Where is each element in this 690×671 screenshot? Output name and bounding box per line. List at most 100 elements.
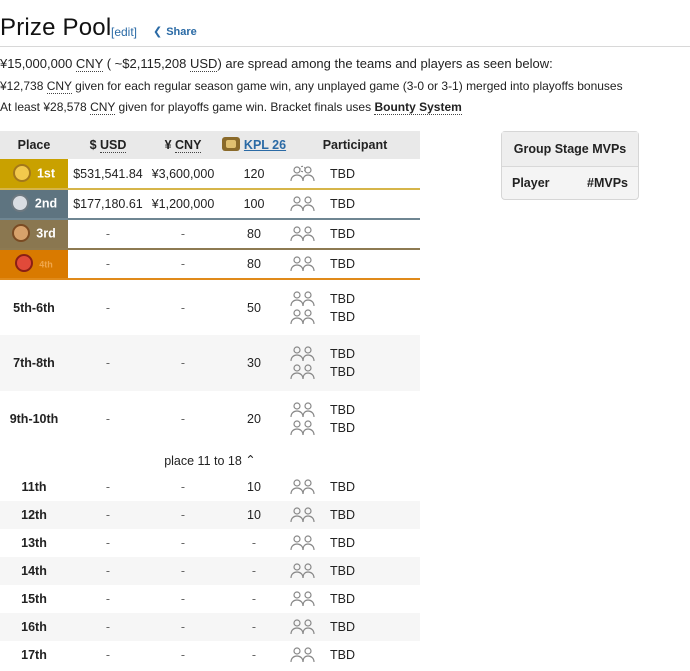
usd-cell: - [68, 473, 148, 501]
usd-cell: - [68, 641, 148, 669]
participant-cell: TBD [290, 557, 420, 585]
kpl-cell: - [218, 585, 290, 613]
team-placeholder-icon [290, 290, 316, 308]
header-kpl[interactable]: KPL 26 [218, 131, 290, 159]
team-placeholder-icon [290, 255, 316, 273]
place-cell: 12th [0, 501, 68, 529]
team-placeholder-icon [290, 618, 316, 636]
usd-cell: - [68, 335, 148, 391]
page-header: Prize Pool [edit] ❮ Share [0, 14, 690, 47]
header-participant: Participant [322, 138, 388, 152]
share-button[interactable]: ❮ Share [153, 25, 197, 38]
place-cell: 17th [0, 641, 68, 669]
header-usd: $ USD [89, 138, 127, 153]
cny-cell: - [148, 391, 218, 447]
participant-cell: TBD [290, 501, 420, 529]
mvp-col-player: Player [512, 176, 550, 190]
participant-cell: TBD [290, 159, 420, 189]
usd-cell: - [68, 501, 148, 529]
page-title: Prize Pool [0, 14, 112, 41]
team-placeholder-icon [290, 646, 316, 664]
toggle-row: place 11 to 18 ⌃ [0, 447, 420, 473]
table-row: 7th-8th - - 30 TBD TBD [0, 335, 420, 391]
usd-cell: - [68, 585, 148, 613]
header-cny: ¥ CNY [164, 138, 202, 153]
usd-cell: - [105, 227, 111, 241]
participant-cell: TBD [290, 219, 420, 249]
team-placeholder-icon [290, 345, 316, 363]
header-place: Place [17, 138, 51, 152]
team-placeholder-icon [290, 308, 316, 326]
table-row: 14th - - - TBD [0, 557, 420, 585]
table-row: 3rd - - 80 TBD [0, 219, 420, 249]
place-cell: 16th [0, 613, 68, 641]
group-stage-mvps-table: Group Stage MVPs Player #MVPs [501, 131, 639, 200]
participant-cell: TBD TBD [290, 279, 420, 335]
silver-medal-icon [10, 194, 29, 212]
intro-line-playoffs: At least ¥28,578 CNY given for playoffs … [0, 100, 462, 115]
intro-line-regular: ¥12,738 CNY given for each regular seaso… [0, 79, 623, 94]
table-row: 4th - - 80 TBD [0, 249, 420, 279]
participant-cell: TBD TBD [290, 335, 420, 391]
place-cell: 15th [0, 585, 68, 613]
place-cell-2nd: 2nd [0, 189, 68, 219]
table-row: 15th - - - TBD [0, 585, 420, 613]
team-placeholder-icon [290, 590, 316, 608]
cny-cell: - [148, 501, 218, 529]
chevron-up-icon: ⌃ [245, 452, 256, 467]
participant-cell: TBD TBD [290, 391, 420, 447]
team-placeholder-icon [290, 506, 316, 524]
table-row: 16th - - - TBD [0, 613, 420, 641]
gold-medal-icon [12, 163, 31, 182]
kpl-cell: 120 [218, 159, 290, 189]
kpl-cell: - [218, 613, 290, 641]
usd-cell: - [105, 257, 111, 271]
cny-cell: - [148, 641, 218, 669]
cny-cell: - [180, 257, 186, 271]
edit-link[interactable]: [edit] [111, 25, 137, 39]
participant-cell: TBD [290, 613, 420, 641]
kpl-cell: 10 [218, 473, 290, 501]
cny-cell: - [148, 585, 218, 613]
participant-cell: TBD [290, 249, 420, 279]
kpl-cell: - [218, 529, 290, 557]
table-row: 9th-10th - - 20 TBD TBD [0, 391, 420, 447]
intro-line-total: ¥15,000,000 CNY ( ~$2,115,208 USD) are s… [0, 56, 553, 72]
fourth-place-medal-icon [15, 254, 34, 272]
place-cell: 14th [0, 557, 68, 585]
kpl-cell: 20 [218, 391, 290, 447]
kpl-cell: - [218, 557, 290, 585]
cny-cell: - [148, 473, 218, 501]
team-placeholder-icon [290, 401, 316, 419]
toggle-places-button[interactable]: place 11 to 18 ⌃ [0, 447, 420, 473]
cny-cell: - [148, 279, 218, 335]
table-row: 13th - - - TBD [0, 529, 420, 557]
participant-cell: TBD [290, 585, 420, 613]
mvp-table-header: Player #MVPs [502, 167, 638, 199]
team-placeholder-icon [290, 195, 316, 213]
table-row: 17th - - - TBD [0, 641, 420, 669]
usd-cell: - [68, 391, 148, 447]
usd-cell: - [68, 279, 148, 335]
team-placeholder-icon [290, 165, 316, 183]
team-placeholder-icon [290, 363, 316, 381]
bounty-system-link[interactable]: Bounty System [374, 100, 462, 115]
kpl-cell: 80 [247, 227, 261, 241]
place-cell: 5th-6th [0, 279, 68, 335]
place-cell: 9th-10th [0, 391, 68, 447]
team-placeholder-icon [290, 419, 316, 437]
cny-cell: ¥3,600,000 [148, 159, 218, 189]
share-label: Share [166, 26, 197, 38]
participant-cell: TBD [290, 641, 420, 669]
usd-cell: $531,541.84 [68, 159, 148, 189]
cny-cell: - [148, 613, 218, 641]
table-row: 1st $531,541.84 ¥3,600,000 120 TBD [0, 159, 420, 189]
usd-cell: - [68, 557, 148, 585]
kpl-cell: 50 [218, 279, 290, 335]
place-cell: 13th [0, 529, 68, 557]
table-row: 11th - - 10 TBD [0, 473, 420, 501]
place-cell-1st: 1st [0, 159, 68, 189]
place-cell: 7th-8th [0, 335, 68, 391]
cny-cell: - [180, 227, 186, 241]
cny-cell: - [148, 557, 218, 585]
